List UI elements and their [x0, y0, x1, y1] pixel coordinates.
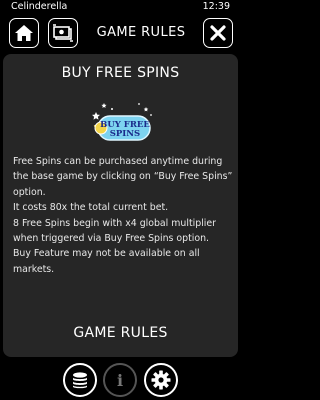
clock: 12:39 [202, 1, 230, 12]
app-name: Celinderella [11, 1, 68, 12]
rule-paragraph: Free Spins can be purchased anytime duri… [13, 156, 233, 198]
rules-panel[interactable]: BUY FREE SPINS BUY FREE SPINS Free Spins… [3, 54, 238, 357]
status-bar: Celinderella 12:39 [0, 0, 241, 14]
page-title: GAME RULES [96, 25, 186, 40]
rules-text: Free Spins can be purchased anytime duri… [13, 154, 233, 277]
next-section-heading: GAME RULES [73, 325, 168, 341]
header: GAME RULES [0, 16, 241, 54]
info-icon: i [116, 370, 124, 390]
info-button[interactable]: i [103, 363, 137, 397]
rule-paragraph: Buy Feature may not be available on all … [13, 248, 200, 275]
section-heading: BUY FREE SPINS [61, 65, 180, 81]
rule-paragraph: It costs 80x the total current bet. [13, 202, 169, 214]
logo-text-line2: SPINS [110, 129, 140, 139]
home-button[interactable] [9, 18, 39, 48]
home-icon [15, 25, 33, 41]
rule-paragraph: 8 Free Spins begin with x4 global multip… [13, 217, 217, 245]
gear-icon [151, 370, 171, 390]
settings-button[interactable] [144, 363, 178, 397]
coins-icon [73, 372, 87, 389]
buy-free-spins-logo: BUY FREE SPINS [88, 100, 158, 146]
close-button[interactable] [203, 18, 233, 48]
footer: i [0, 360, 241, 400]
bet-coins-button[interactable] [63, 363, 97, 397]
transaction-history-icon [53, 24, 73, 42]
close-icon [210, 25, 226, 41]
transaction-history-button[interactable] [48, 18, 78, 48]
